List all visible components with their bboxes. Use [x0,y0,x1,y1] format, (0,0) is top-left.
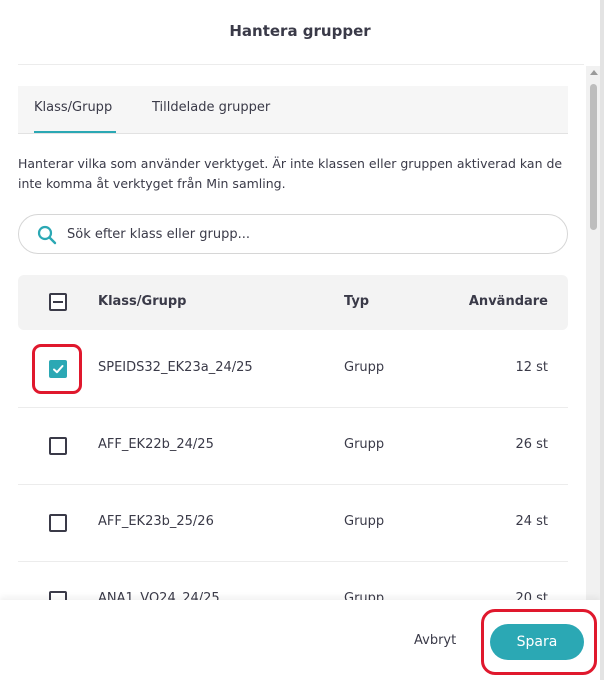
table-header: Klass/Grupp Typ Användare [18,275,568,330]
row-type: Grupp [344,514,385,529]
select-all-checkbox[interactable] [49,293,67,311]
table-row[interactable]: SPEIDS32_EK23a_24/25 Grupp 12 st [18,331,568,408]
row-name: SPEIDS32_EK23a_24/25 [98,360,253,375]
cancel-button[interactable]: Avbryt [414,633,456,648]
table-row[interactable]: AFF_EK22b_24/25 Grupp 26 st [18,408,568,485]
description-text: Hanterar vilka som använder verktyget. Ä… [18,156,563,191]
header-users[interactable]: Användare [469,294,548,309]
search-box[interactable] [18,214,568,254]
header-class-group[interactable]: Klass/Grupp [98,294,186,309]
row-users: 12 st [515,360,548,375]
search-input[interactable] [67,223,547,245]
tab-bar: Klass/Grupp Tilldelade grupper [18,86,568,134]
row-type: Grupp [344,360,385,375]
tab-class-group[interactable]: Klass/Grupp [34,100,112,115]
row-checkbox[interactable] [49,437,67,455]
scrollbar-thumb[interactable] [590,84,597,230]
row-name: AFF_EK22b_24/25 [98,437,214,452]
dialog-title: Hantera grupper [229,22,371,40]
active-tab-indicator [34,131,116,133]
window-edge [600,0,604,680]
manage-groups-dialog: Hantera grupper Klass/Grupp Tilldelade g… [0,0,604,680]
table-row[interactable]: AFF_EK23b_25/26 Grupp 24 st [18,485,568,562]
save-button-highlight [481,609,597,675]
search-icon [37,225,57,245]
scroll-up-arrow-icon[interactable] [590,70,598,75]
divider [18,64,584,65]
tab-assigned-groups[interactable]: Tilldelade grupper [152,100,270,115]
row-type: Grupp [344,437,385,452]
checkbox-highlight [32,344,82,394]
row-users: 26 st [515,437,548,452]
header-type[interactable]: Typ [344,294,369,309]
row-checkbox[interactable] [49,514,67,532]
row-users: 24 st [515,514,548,529]
row-name: AFF_EK23b_25/26 [98,514,214,529]
